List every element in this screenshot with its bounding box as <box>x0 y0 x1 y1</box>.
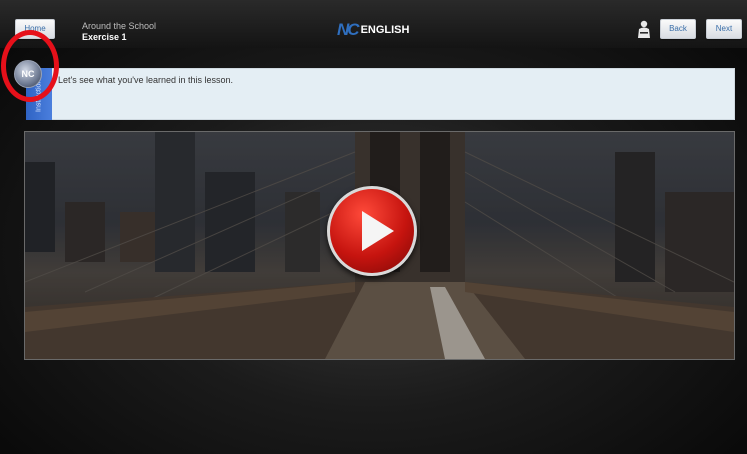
play-button[interactable] <box>327 186 417 276</box>
top-bar: Home Around the School Exercise 1 NC ENG… <box>0 0 747 48</box>
nc-english-logo: NC ENGLISH <box>337 20 409 40</box>
play-icon <box>362 211 394 251</box>
exercise-title: Exercise 1 <box>82 32 127 42</box>
user-icon[interactable] <box>637 20 651 40</box>
logo-mark: NC <box>337 20 360 39</box>
back-button[interactable]: Back <box>660 19 696 39</box>
lesson-title: Around the School <box>82 21 157 31</box>
logo-word: ENGLISH <box>360 24 410 36</box>
next-button[interactable]: Next <box>706 19 742 39</box>
highlight-ring <box>1 30 59 102</box>
instructions-text: Let's see what you've learned in this le… <box>58 75 234 85</box>
